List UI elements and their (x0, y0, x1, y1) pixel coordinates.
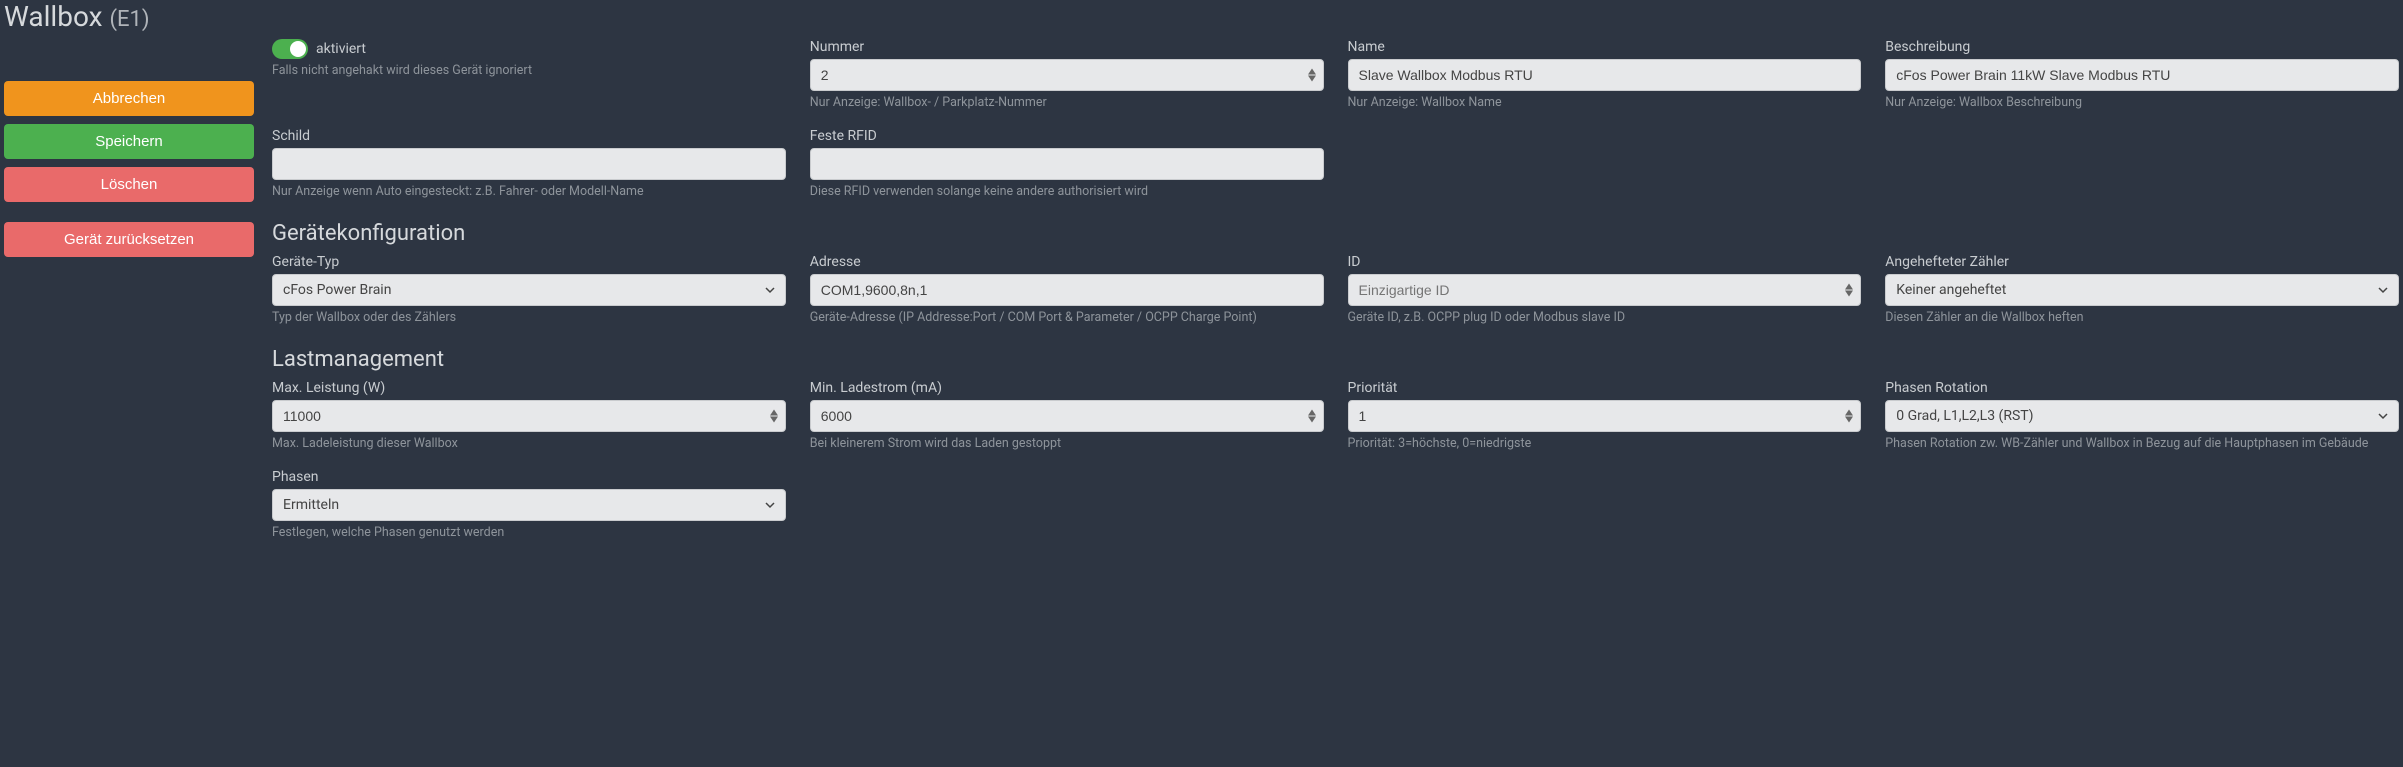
min-current-help: Bei kleinerem Strom wird das Laden gesto… (810, 436, 1324, 453)
name-help: Nur Anzeige: Wallbox Name (1348, 95, 1862, 112)
section-load-title: Lastmanagement (272, 347, 2399, 372)
phases-help: Festlegen, welche Phasen genutzt werden (272, 525, 786, 542)
phases-label: Phasen (272, 469, 786, 485)
activated-toggle[interactable] (272, 39, 308, 59)
device-type-help: Typ der Wallbox oder des Zählers (272, 310, 786, 327)
device-type-label: Geräte-Typ (272, 254, 786, 270)
activated-help: Falls nicht angehakt wird dieses Gerät i… (272, 63, 786, 80)
section-config-title: Gerätekonfiguration (272, 221, 2399, 246)
number-input[interactable] (810, 59, 1324, 91)
max-power-help: Max. Ladeleistung dieser Wallbox (272, 436, 786, 453)
phase-rotation-help: Phasen Rotation zw. WB-Zähler und Wallbo… (1885, 436, 2399, 453)
title-main: Wallbox (4, 0, 103, 33)
title-sub: (E1) (110, 7, 150, 32)
pinned-meter-label: Angehefteter Zähler (1885, 254, 2399, 270)
min-current-label: Min. Ladestrom (mA) (810, 380, 1324, 396)
max-power-label: Max. Leistung (W) (272, 380, 786, 396)
rfid-input[interactable] (810, 148, 1324, 180)
rfid-label: Feste RFID (810, 128, 1324, 144)
address-label: Adresse (810, 254, 1324, 270)
id-help: Geräte ID, z.B. OCPP plug ID oder Modbus… (1348, 310, 1862, 327)
phase-rotation-select[interactable]: 0 Grad, L1,L2,L3 (RST) (1885, 400, 2399, 432)
save-button[interactable]: Speichern (4, 124, 254, 159)
number-help: Nur Anzeige: Wallbox- / Parkplatz-Nummer (810, 95, 1324, 112)
name-input[interactable] (1348, 59, 1862, 91)
priority-input[interactable] (1348, 400, 1862, 432)
max-power-input[interactable] (272, 400, 786, 432)
priority-help: Priorität: 3=höchste, 0=niedrigste (1348, 436, 1862, 453)
reset-device-button[interactable]: Gerät zurücksetzen (4, 222, 254, 257)
id-input[interactable] (1348, 274, 1862, 306)
name-label: Name (1348, 39, 1862, 55)
schild-label: Schild (272, 128, 786, 144)
address-input[interactable] (810, 274, 1324, 306)
min-current-input[interactable] (810, 400, 1324, 432)
phases-select[interactable]: Ermitteln (272, 489, 786, 521)
description-help: Nur Anzeige: Wallbox Beschreibung (1885, 95, 2399, 112)
cancel-button[interactable]: Abbrechen (4, 81, 254, 116)
schild-help: Nur Anzeige wenn Auto eingesteckt: z.B. … (272, 184, 786, 201)
description-label: Beschreibung (1885, 39, 2399, 55)
pinned-meter-help: Diesen Zähler an die Wallbox heften (1885, 310, 2399, 327)
number-label: Nummer (810, 39, 1324, 55)
sidebar: Abbrechen Speichern Löschen Gerät zurück… (4, 39, 254, 557)
rfid-help: Diese RFID verwenden solange keine ander… (810, 184, 1324, 201)
phase-rotation-label: Phasen Rotation (1885, 380, 2399, 396)
page-title: Wallbox (E1) (4, 0, 2399, 33)
id-label: ID (1348, 254, 1862, 270)
description-input[interactable] (1885, 59, 2399, 91)
pinned-meter-select[interactable]: Keiner angeheftet (1885, 274, 2399, 306)
address-help: Geräte-Adresse (IP Addresse:Port / COM P… (810, 310, 1324, 327)
schild-input[interactable] (272, 148, 786, 180)
activated-label: aktiviert (316, 41, 366, 57)
delete-button[interactable]: Löschen (4, 167, 254, 202)
device-type-select[interactable]: cFos Power Brain (272, 274, 786, 306)
priority-label: Priorität (1348, 380, 1862, 396)
